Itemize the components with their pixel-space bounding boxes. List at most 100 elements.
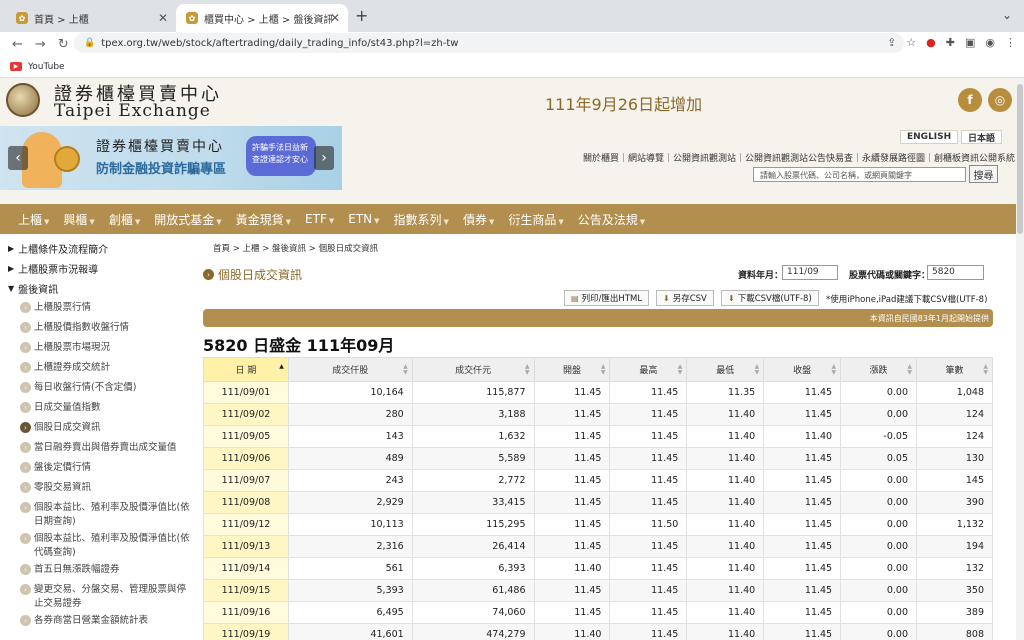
extensions-puzzle-icon[interactable]: ✚	[946, 36, 955, 49]
banner-prev-arrow-icon[interactable]: ‹	[8, 146, 28, 170]
tab-search-chevron-icon[interactable]: ⌄	[1002, 8, 1012, 22]
close-tab-icon[interactable]: ✕	[330, 11, 340, 25]
table-cell: 1,132	[916, 513, 993, 536]
anti-fraud-banner[interactable]: 證券櫃檯買賣中心 防制金融投資詐騙專區 許騙手法日益新 查證達認才安心 ‹ ›	[0, 126, 342, 190]
sidebar-subitem[interactable]: › 盤後定價行情	[0, 458, 200, 478]
top-links[interactable]: 關於櫃買｜網站導覽｜公開資訊觀測站｜公開資訊觀測站公告快易查｜永續發展路徑圖｜創…	[583, 151, 1015, 164]
table-cell: 11.35	[686, 381, 765, 404]
bookmark-youtube[interactable]: YouTube	[28, 62, 65, 72]
nav-item-gold[interactable]: 黃金現貨 ▼	[236, 211, 291, 228]
back-arrow-icon[interactable]: ←	[12, 37, 23, 52]
nav-item-index[interactable]: 指數系列 ▼	[394, 211, 449, 228]
col-header-open[interactable]: 開盤 ▲ ▼	[533, 357, 611, 382]
chevron-right-icon: ›	[20, 302, 31, 313]
close-tab-icon[interactable]: ✕	[158, 11, 168, 25]
url-field[interactable]: 🔒 tpex.org.tw/web/stock/aftertrading/dai…	[74, 33, 904, 53]
tpex-logo-icon[interactable]	[6, 83, 40, 117]
nav-item-listed[interactable]: 上櫃 ▼	[18, 211, 49, 228]
sidebar-subitem[interactable]: › 上櫃證券成交統計	[0, 358, 200, 378]
sidebar-subitem[interactable]: › 上櫃股價指數收盤行情	[0, 318, 200, 338]
profile-avatar-icon[interactable]: ◉	[985, 36, 995, 49]
page-scrollbar[interactable]	[1016, 78, 1024, 640]
scrollbar-thumb[interactable]	[1017, 84, 1023, 234]
table-cell: 11.40	[686, 579, 765, 602]
bookmark-star-icon[interactable]: ☆	[906, 36, 916, 49]
col-header-transactions[interactable]: 筆數 ▲ ▼	[916, 357, 993, 382]
nav-item-announcements[interactable]: 公告及法規 ▼	[578, 211, 645, 228]
chevron-right-icon: ›	[20, 382, 31, 393]
share-icon[interactable]: ⇪	[887, 36, 896, 49]
site-search-button[interactable]: 搜尋	[969, 165, 998, 183]
nav-item-bonds[interactable]: 債券 ▼	[463, 211, 494, 228]
sidebar-subitem[interactable]: › 變更交易、分盤交易、管理股票與停止交易證券	[0, 580, 200, 611]
forward-arrow-icon[interactable]: →	[35, 37, 46, 52]
sort-icon: ▲ ▼	[403, 363, 408, 376]
col-header-low[interactable]: 最低 ▲ ▼	[686, 357, 765, 382]
col-header-change[interactable]: 漲跌 ▲ ▼	[840, 357, 917, 382]
year-month-input[interactable]: 111/09	[782, 265, 838, 280]
banner-next-arrow-icon[interactable]: ›	[314, 146, 334, 170]
table-cell: 280	[287, 403, 413, 426]
stock-code-input[interactable]: 5820	[927, 265, 984, 280]
save-csv-button[interactable]: ⬇ 另存CSV	[656, 290, 714, 306]
banner-subtitle: 防制金融投資詐騙專區	[96, 162, 227, 177]
sidebar-subitem[interactable]: › 個股本益比、殖利率及股價淨值比(依日期查詢)	[0, 498, 200, 529]
lock-icon: 🔒	[84, 38, 96, 48]
reload-icon[interactable]: ↻	[58, 37, 69, 52]
table-cell: 11.40	[686, 513, 765, 536]
table-cell: 0.00	[840, 579, 917, 602]
facebook-icon[interactable]: f	[958, 88, 982, 112]
table-cell: 10,113	[287, 513, 413, 536]
sidebar-subitem[interactable]: › 日成交量值指數	[0, 398, 200, 418]
table-cell: 11.45	[609, 623, 688, 640]
table-cell: 5,393	[287, 579, 413, 602]
new-tab-plus-icon[interactable]: +	[355, 6, 368, 25]
sidebar-subitem[interactable]: › 上櫃股票行情	[0, 298, 200, 318]
site-header: 證券櫃檯買賣中心 Taipei Exchange 111年9月26日起增加 f …	[0, 78, 1016, 126]
col-header-high[interactable]: 最高 ▲ ▼	[609, 357, 688, 382]
table-cell: 11.45	[763, 491, 842, 514]
table-cell: 474,279	[411, 623, 535, 640]
sidebar-subitem-current[interactable]: › 個股日成交資訊	[0, 418, 200, 438]
rss-icon[interactable]: ◎	[988, 88, 1012, 112]
nav-item-etf[interactable]: ETF ▼	[305, 212, 334, 226]
sidebar-subitem[interactable]: › 首五日無漲跌幅證券	[0, 560, 200, 580]
col-header-close[interactable]: 收盤 ▲ ▼	[763, 357, 842, 382]
side-panel-icon[interactable]: ▣	[965, 36, 975, 49]
nav-item-gisa[interactable]: 創櫃 ▼	[109, 211, 140, 228]
sidebar-subitem[interactable]: › 各券商當日營業金額統計表	[0, 611, 200, 631]
sidebar-subitem[interactable]: › 上櫃股票市場現況	[0, 338, 200, 358]
nav-item-etn[interactable]: ETN ▼	[348, 212, 379, 226]
download-csv-utf8-button[interactable]: ⬇ 下載CSV檔(UTF-8)	[721, 290, 819, 306]
table-cell: 389	[916, 601, 993, 624]
sidebar-item-after-trading[interactable]: ▼ 盤後資訊	[0, 278, 200, 298]
extension-opera-icon[interactable]: ●	[926, 36, 936, 49]
table-cell: 130	[916, 447, 993, 470]
col-header-date[interactable]: 日 期 ▲	[203, 357, 289, 382]
main-nav: 上櫃 ▼ 興櫃 ▼ 創櫃 ▼ 開放式基金 ▼ 黃金現貨 ▼ ETF ▼ ETN ▼ 指數系列 ▼…	[0, 204, 1016, 234]
page-title: › 個股日成交資訊	[203, 266, 302, 283]
site-search-input[interactable]: 請輸入股票代碼、公司名稱，或網頁關鍵字	[753, 167, 966, 182]
table-cell: 41,601	[287, 623, 413, 640]
sidebar-subitem[interactable]: › 每日收盤行情(不含定價)	[0, 378, 200, 398]
browser-tab-home[interactable]: ✿ 首頁 > 上櫃 ✕	[6, 4, 176, 32]
col-header-value[interactable]: 成交仟元 ▲ ▼	[411, 357, 535, 382]
sidebar-subitem[interactable]: › 個股本益比、殖利率及股價淨值比(依代碼查詢)	[0, 529, 200, 560]
print-export-html-button[interactable]: ▤ 列印/匯出HTML	[564, 290, 650, 306]
lang-japanese-button[interactable]: 日本語	[961, 130, 1003, 144]
nav-item-emerging[interactable]: 興櫃 ▼	[63, 211, 94, 228]
nav-item-derivatives[interactable]: 衍生商品 ▼	[508, 211, 563, 228]
sidebar-item-market-report[interactable]: ▶ 上櫃股票市況報導	[0, 258, 200, 278]
banner-bubble: 許騙手法日益新 查證達認才安心	[246, 136, 316, 176]
sidebar-subitem[interactable]: › 零股交易資訊	[0, 478, 200, 498]
browser-tab-active[interactable]: ✿ 櫃買中心 > 上櫃 > 盤後資訊 > 個 ✕	[176, 4, 348, 32]
col-header-volume[interactable]: 成交仟股 ▲ ▼	[287, 357, 413, 382]
sidebar-subitem[interactable]: › 當日融券賣出與借券賣出成交量值	[0, 438, 200, 458]
browser-menu-icon[interactable]: ⋮	[1005, 36, 1016, 49]
cell-date: 111/09/13	[203, 535, 289, 558]
header-headline[interactable]: 111年9月26日起增加	[545, 91, 702, 115]
nav-item-funds[interactable]: 開放式基金 ▼	[154, 211, 221, 228]
table-row: 111/09/15 5,393 61,486 11.45 11.45 11.40 11.45…	[203, 579, 993, 602]
lang-english-button[interactable]: ENGLISH	[900, 130, 959, 144]
sidebar-item-listing-intro[interactable]: ▶ 上櫃條件及流程簡介	[0, 238, 200, 258]
